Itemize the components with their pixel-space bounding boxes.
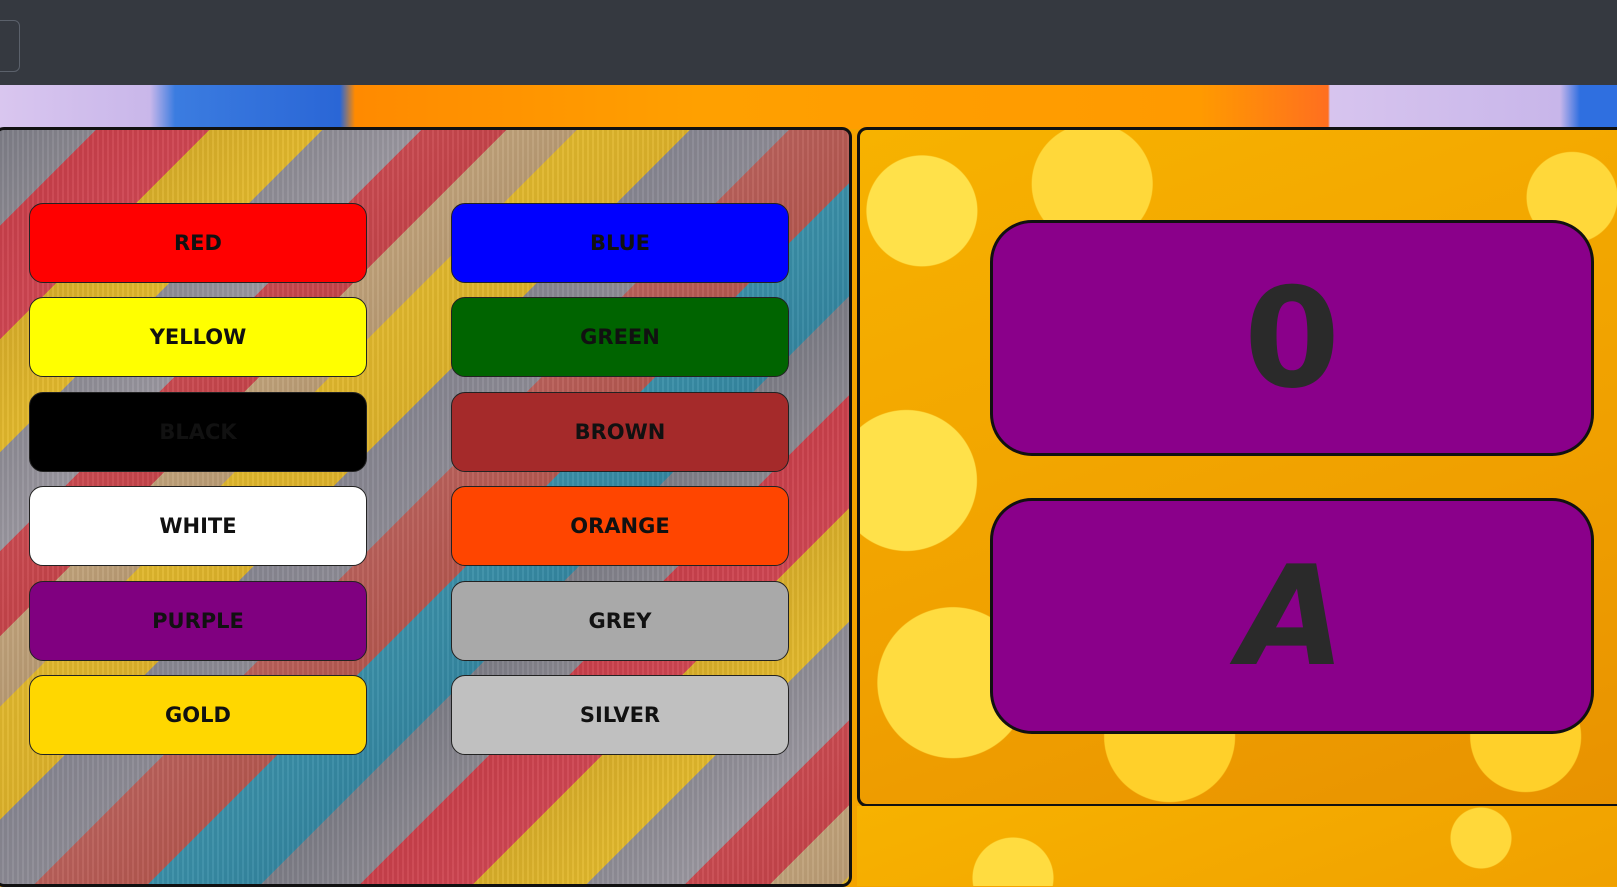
grey-button[interactable]: GREY <box>451 581 789 661</box>
letter-display: A <box>990 498 1594 734</box>
display-panel-lower-background <box>857 806 1617 886</box>
background-strip <box>0 85 1617 129</box>
yellow-button[interactable]: YELLOW <box>29 297 367 377</box>
black-button[interactable]: BLACK <box>29 392 367 472</box>
orange-button[interactable]: ORANGE <box>451 486 789 566</box>
blue-button[interactable]: BLUE <box>451 203 789 283</box>
silver-button[interactable]: SILVER <box>451 675 789 755</box>
red-button[interactable]: RED <box>29 203 367 283</box>
brown-button[interactable]: BROWN <box>451 392 789 472</box>
browser-toolbar <box>0 0 1617 85</box>
purple-button[interactable]: PURPLE <box>29 581 367 661</box>
gold-button[interactable]: GOLD <box>29 675 367 755</box>
tab-stub[interactable] <box>0 20 20 72</box>
green-button[interactable]: GREEN <box>451 297 789 377</box>
score-display: 0 <box>990 220 1594 456</box>
white-button[interactable]: WHITE <box>29 486 367 566</box>
